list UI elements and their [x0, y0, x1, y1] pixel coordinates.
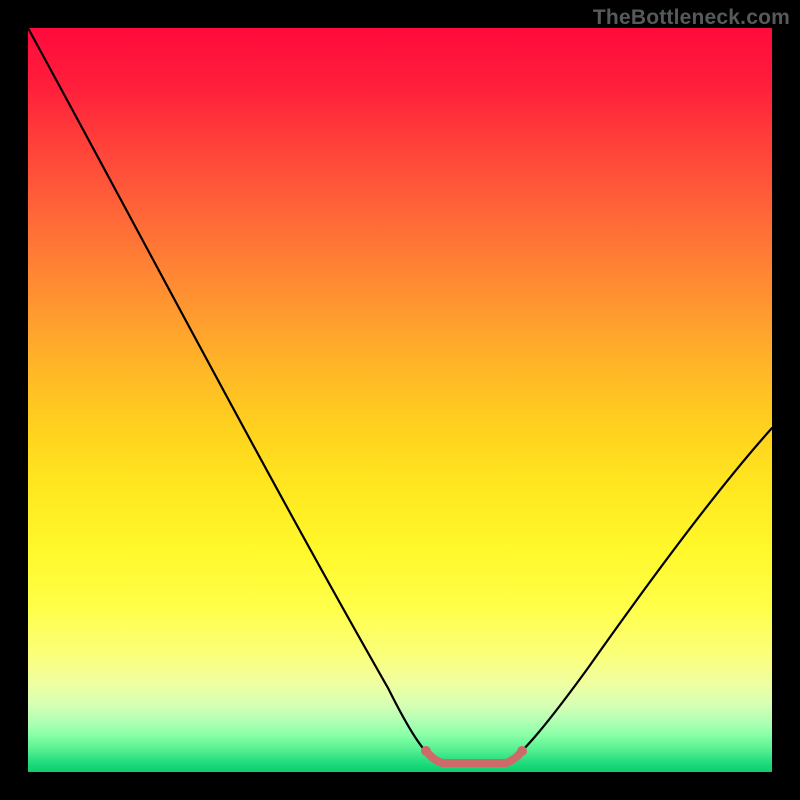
watermark-text: TheBottleneck.com [593, 6, 790, 30]
chart-frame: TheBottleneck.com [0, 0, 800, 800]
highlight-end-right [517, 746, 527, 756]
plot-area [28, 28, 772, 772]
highlight-segment [426, 751, 522, 763]
highlight-end-left [421, 746, 431, 756]
bottleneck-curve [28, 28, 772, 772]
curve-path [28, 28, 772, 763]
